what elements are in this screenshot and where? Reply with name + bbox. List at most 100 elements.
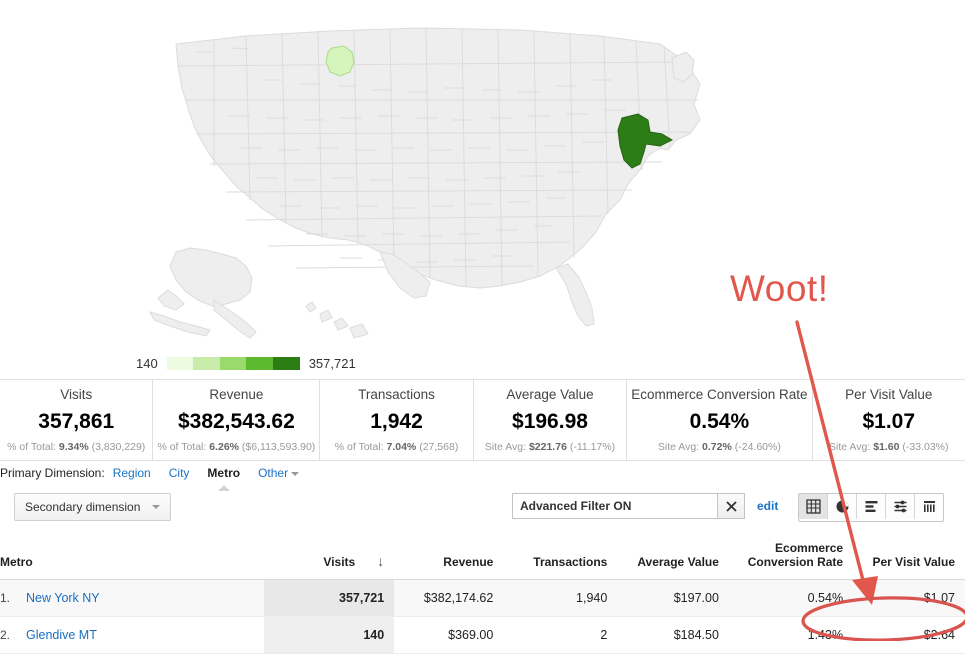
cell-revenue: $369.00: [394, 616, 504, 654]
view-bar-button[interactable]: [857, 494, 886, 519]
map-legend: 140 357,721: [136, 356, 356, 371]
primary-dimension-bar: Primary Dimension: Region City Metro Oth…: [0, 466, 965, 491]
summary-card-average-value[interactable]: Average Value $196.98 Site Avg: $221.76 …: [474, 380, 628, 460]
cell-metro: 2. Glendive MT: [0, 616, 264, 654]
primary-dimension-other[interactable]: Other: [258, 466, 300, 480]
summary-card-revenue[interactable]: Revenue $382,543.62 % of Total: 6.26% ($…: [153, 380, 321, 460]
primary-dimension-city[interactable]: City: [169, 466, 190, 480]
summary-label: Transactions: [358, 387, 435, 402]
column-header-visits-label: Visits: [323, 554, 356, 569]
cell-average-value: $184.50: [617, 616, 729, 654]
summary-subtext: % of Total: 6.26% ($6,113,593.90): [157, 441, 315, 453]
summary-sub-prefix: Site Avg:: [484, 441, 527, 453]
summary-subtext: Site Avg: 0.72% (-24.60%): [658, 441, 781, 453]
chevron-down-icon: [152, 505, 161, 509]
summary-label: Per Visit Value: [845, 387, 933, 402]
summary-sub-bold: $1.60: [873, 441, 900, 453]
table-row[interactable]: 1. New York NY 357,721 $382,174.62 1,940 …: [0, 579, 965, 618]
view-table-button[interactable]: [799, 494, 828, 519]
column-header-revenue[interactable]: Revenue: [394, 535, 504, 581]
summary-sub-suffix: (27,568): [419, 441, 459, 453]
table-body: 1. New York NY 357,721 $382,174.62 1,940 …: [0, 579, 965, 654]
pie-chart-icon: [836, 500, 848, 513]
summary-sub-bold: 6.26%: [209, 441, 239, 453]
cell-average-value: $197.00: [617, 579, 729, 618]
summary-value: $382,543.62: [177, 410, 295, 433]
summary-sub-bold: 7.04%: [386, 441, 417, 453]
primary-dimension-label: Primary Dimension:: [0, 466, 105, 480]
filter-clear-button[interactable]: [717, 493, 745, 519]
summary-metrics-row: Visits 357,861 % of Total: 9.34% (3,830,…: [0, 379, 965, 461]
primary-dimension-metro[interactable]: Metro: [207, 466, 240, 491]
table-header: Metro Visits ↓ Revenue Transactions Avera…: [0, 535, 965, 581]
advanced-filter-status[interactable]: Advanced Filter ON: [512, 493, 717, 519]
metro-link[interactable]: New York NY: [26, 591, 100, 605]
table-header-row: Metro Visits ↓ Revenue Transactions Avera…: [0, 535, 965, 581]
summary-card-visits[interactable]: Visits 357,861 % of Total: 9.34% (3,830,…: [0, 380, 154, 460]
summary-sub-prefix: % of Total:: [157, 441, 207, 453]
horizontal-bars-icon: [865, 501, 877, 512]
summary-sub-bold: 0.72%: [702, 441, 732, 453]
summary-value: 357,861: [38, 410, 115, 433]
us-metro-map-svg[interactable]: [0, 0, 965, 348]
row-index: 2.: [0, 628, 11, 643]
summary-value: $196.98: [512, 410, 588, 433]
view-performance-button[interactable]: [915, 494, 943, 519]
legend-swatch-5: [273, 357, 300, 370]
sort-descending-icon: ↓: [377, 552, 385, 569]
legend-min-label: 140: [136, 356, 158, 371]
secondary-dimension-button[interactable]: Secondary dimension: [14, 493, 172, 521]
map-region-glendive-mt[interactable]: [325, 45, 355, 77]
legend-swatch-2: [193, 357, 220, 370]
view-comparison-button[interactable]: [886, 494, 915, 519]
summary-label: Ecommerce Conversion Rate: [631, 387, 808, 402]
summary-label: Average Value: [506, 387, 594, 402]
column-header-visits[interactable]: Visits ↓: [263, 535, 395, 581]
summary-value: $1.07: [862, 410, 916, 433]
cell-revenue: $382,174.62: [394, 579, 504, 618]
row-index: 1.: [0, 591, 11, 606]
summary-sub-bold: 9.34%: [58, 441, 89, 453]
primary-dimension-region[interactable]: Region: [113, 466, 151, 480]
summary-value: 0.54%: [689, 410, 750, 433]
column-header-metro[interactable]: Metro: [0, 535, 264, 581]
table-row[interactable]: 2. Glendive MT 140 $369.00 2 $184.50 1.43…: [0, 616, 965, 654]
chevron-down-icon: [291, 471, 300, 476]
legend-gradient-bar: [166, 357, 300, 370]
legend-swatch-1: [166, 357, 194, 370]
column-header-ecommerce-line2: Conversion Rate: [747, 555, 844, 570]
view-pie-button[interactable]: [828, 494, 857, 519]
summary-sub-prefix: Site Avg:: [657, 441, 700, 453]
summary-sub-suffix: (-33.03%): [902, 441, 949, 453]
summary-card-ecommerce-conversion-rate[interactable]: Ecommerce Conversion Rate 0.54% Site Avg…: [627, 380, 813, 460]
close-icon: [725, 500, 737, 512]
summary-subtext: Site Avg: $1.60 (-33.03%): [829, 441, 949, 453]
summary-subtext: Site Avg: $221.76 (-11.17%): [485, 441, 615, 453]
summary-card-transactions[interactable]: Transactions 1,942 % of Total: 7.04% (27…: [320, 380, 474, 460]
column-header-per-visit-value[interactable]: Per Visit Value: [853, 535, 965, 581]
metro-data-table: Metro Visits ↓ Revenue Transactions Avera…: [0, 535, 965, 654]
map-base-regions: [149, 27, 701, 339]
column-header-average-value[interactable]: Average Value: [617, 535, 729, 581]
column-header-ecommerce-line1: Ecommerce: [775, 541, 844, 555]
summary-subtext: % of Total: 9.34% (3,830,229): [7, 441, 145, 453]
metro-link[interactable]: Glendive MT: [26, 628, 97, 642]
summary-sub-suffix: (3,830,229): [91, 441, 146, 453]
cell-transactions: 2: [503, 616, 618, 654]
column-header-ecommerce-conversion-rate[interactable]: Ecommerce Conversion Rate: [728, 535, 854, 581]
column-header-transactions[interactable]: Transactions: [503, 535, 618, 581]
summary-label: Visits: [60, 387, 93, 402]
summary-sub-bold: $221.76: [528, 441, 567, 453]
legend-max-label: 357,721: [308, 356, 356, 371]
summary-card-per-visit-value[interactable]: Per Visit Value $1.07 Site Avg: $1.60 (-…: [813, 380, 965, 460]
cell-visits: 357,721: [263, 579, 395, 618]
filter-edit-link[interactable]: edit: [757, 499, 778, 513]
summary-sub-prefix: % of Total:: [334, 441, 384, 453]
pivot-icon: [894, 500, 906, 513]
cell-ecommerce-conversion-rate: 1.43%: [728, 616, 854, 654]
summary-sub-prefix: Site Avg:: [829, 441, 871, 453]
map-visualization[interactable]: [0, 0, 965, 348]
legend-swatch-4: [246, 357, 274, 370]
cell-visits: 140: [263, 616, 395, 654]
primary-dimension-other-label: Other: [258, 466, 289, 480]
